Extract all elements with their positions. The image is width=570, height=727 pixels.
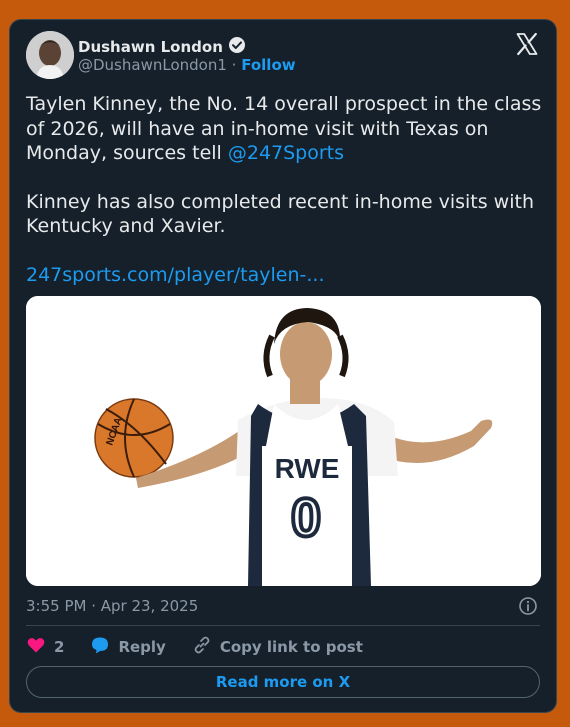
x-logo-icon[interactable] [515, 32, 539, 56]
jersey-number: 0 [291, 488, 321, 548]
tweet-paragraph-2: Kinney has also completed recent in-home… [26, 190, 534, 238]
copy-link-label: Copy link to post [219, 638, 363, 656]
avatar[interactable] [26, 31, 74, 79]
divider [26, 625, 540, 626]
copy-link-button[interactable]: Copy link to post [192, 635, 363, 659]
jersey-text: RWE [275, 453, 340, 484]
author-name-row: Dushawn London [78, 36, 246, 58]
author-handle[interactable]: @DushawnLondon1 [78, 56, 227, 74]
tweet-card: Dushawn London @DushawnLondon1 · Follow … [9, 19, 557, 713]
action-bar: 2 Reply Copy link to post [26, 635, 389, 659]
reply-button[interactable]: Reply [90, 635, 166, 659]
tweet-text: Taylen Kinney, the No. 14 overall prospe… [26, 92, 546, 287]
author-name[interactable]: Dushawn London [78, 38, 223, 56]
info-icon[interactable] [518, 596, 538, 616]
verified-badge-icon [228, 36, 246, 58]
follow-button[interactable]: Follow [241, 56, 295, 74]
article-link[interactable]: 247sports.com/player/taylen-... [26, 263, 546, 288]
read-more-button[interactable]: Read more on X [26, 666, 540, 698]
tweet-paragraph-1: Taylen Kinney, the No. 14 overall prospe… [26, 92, 546, 166]
link-icon [192, 635, 212, 659]
like-count: 2 [54, 638, 65, 656]
tweet-timestamp[interactable]: 3:55 PM · Apr 23, 2025 [26, 597, 198, 615]
like-button[interactable]: 2 [26, 635, 64, 659]
separator: · [231, 56, 237, 74]
heart-icon [26, 635, 46, 659]
mention-link[interactable]: @247Sports [228, 142, 344, 164]
reply-label: Reply [118, 638, 166, 656]
tweet-image[interactable]: NCAA RWE 0 [26, 296, 541, 586]
author-handle-row: @DushawnLondon1 · Follow [78, 56, 296, 74]
reply-icon [90, 635, 110, 659]
